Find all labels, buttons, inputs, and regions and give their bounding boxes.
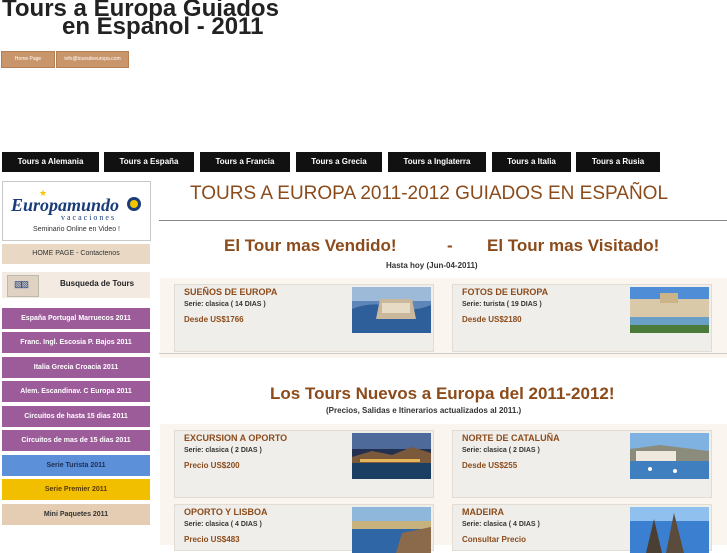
home-contact-link[interactable]: HOME PAGE - Contactenos <box>2 244 150 264</box>
nav-alemania[interactable]: Tours a Alemania <box>2 152 99 172</box>
as-of-date: Hasta hoy (Jun-04-2011) <box>386 261 478 270</box>
heading-separator: - <box>447 236 453 255</box>
home-page-button[interactable]: Home Page <box>1 51 55 68</box>
new-tours-note: (Precios, Salidas e Itinerarios actualiz… <box>326 406 522 415</box>
tour-price: Consultar Precio <box>462 535 527 544</box>
tour-card[interactable]: SUEÑOS DE EUROPA Serie: clasica ( 14 DIA… <box>174 284 434 352</box>
tour-title[interactable]: SUEÑOS DE EUROPA <box>184 287 277 297</box>
tour-serie: Serie: clasica ( 2 DIAS ) <box>184 447 262 454</box>
tour-search-label: Busqueda de Tours <box>60 279 135 288</box>
tour-card[interactable]: EXCURSION A OPORTO Serie: clasica ( 2 DI… <box>174 430 434 498</box>
tour-serie: Serie: clasica ( 4 DIAS ) <box>184 521 262 528</box>
tour-title[interactable]: FOTOS DE EUROPA <box>462 287 548 297</box>
tour-title[interactable]: OPORTO Y LISBOA <box>184 507 268 517</box>
tour-image[interactable] <box>352 433 431 479</box>
tour-title[interactable]: NORTE DE CATALUÑA <box>462 433 560 443</box>
tour-serie: Serie: clasica ( 14 DIAS ) <box>184 301 266 308</box>
best-seller-heading: El Tour mas Vendido! <box>224 236 397 255</box>
tour-price: Desde US$2180 <box>462 315 522 324</box>
page-title: TOURS A EUROPA 2011-2012 GUIADOS EN ESPA… <box>190 183 669 204</box>
tour-image[interactable] <box>352 287 431 333</box>
new-tours-heading: Los Tours Nuevos a Europa del 2011-2012! <box>270 384 615 403</box>
sidebar-item-serie-premier[interactable]: Serie Premier 2011 <box>2 479 150 500</box>
tour-card[interactable]: FOTOS DE EUROPA Serie: turista ( 19 DIAS… <box>452 284 712 352</box>
tour-serie: Serie: clasica ( 2 DIAS ) <box>462 447 540 454</box>
sidebar-item-mini-paquetes[interactable]: Mini Paquetes 2011 <box>2 504 150 525</box>
sidebar-item-francia-inglaterra[interactable]: Franc. Ingl. Escosia P. Bajos 2011 <box>2 332 150 353</box>
divider <box>159 353 727 354</box>
europamundo-logo[interactable]: ★ Europamundo vacaciones Seminario Onlin… <box>2 181 151 241</box>
nav-italia[interactable]: Tours a Italia <box>492 152 571 172</box>
sidebar-item-mas-15-dias[interactable]: Circuitos de mas de 15 dias 2011 <box>2 430 150 451</box>
nav-espana[interactable]: Tours a España <box>104 152 194 172</box>
tour-image[interactable] <box>630 287 709 333</box>
tour-title[interactable]: EXCURSION A OPORTO <box>184 433 287 443</box>
tour-image[interactable] <box>630 507 709 553</box>
tour-search[interactable]: Busqueda de Tours <box>2 272 150 298</box>
site-title: Tours a Europa Guiados en Espanol - 2011 <box>2 0 332 39</box>
sidebar-item-italia-grecia[interactable]: Italia Grecia Croacia 2011 <box>2 357 150 378</box>
tour-serie: Serie: clasica ( 4 DIAS ) <box>462 521 540 528</box>
sidebar-item-alemania-escandinavia[interactable]: Alem. Escandinav. C Europa 2011 <box>2 381 150 402</box>
email-button[interactable]: info@toursdeeuropa.com <box>56 51 129 68</box>
tour-price: Desde US$1766 <box>184 315 244 324</box>
binoculars-icon <box>7 275 39 297</box>
new-tours-panel: EXCURSION A OPORTO Serie: clasica ( 2 DI… <box>160 424 727 553</box>
divider <box>159 220 727 221</box>
nav-rusia[interactable]: Tours a Rusia <box>576 152 660 172</box>
tour-card[interactable]: OPORTO Y LISBOA Serie: clasica ( 4 DIAS … <box>174 504 434 553</box>
tour-card[interactable]: MADEIRA Serie: clasica ( 4 DIAS ) Consul… <box>452 504 712 553</box>
tour-price: Precio US$483 <box>184 535 240 544</box>
tour-card[interactable]: NORTE DE CATALUÑA Serie: clasica ( 2 DIA… <box>452 430 712 498</box>
most-visited-heading: El Tour mas Visitado! <box>487 236 660 255</box>
video-seminar-link[interactable]: Seminario Online en Video ! <box>3 226 150 233</box>
country-nav: Tours a Alemania Tours a España Tours a … <box>0 152 727 172</box>
tour-serie: Serie: turista ( 19 DIAS ) <box>462 301 542 308</box>
tour-price: Precio US$200 <box>184 461 240 470</box>
tour-image[interactable] <box>352 507 431 553</box>
sidebar-item-hasta-15-dias[interactable]: Circuitos de hasta 15 dias 2011 <box>2 406 150 427</box>
sidebar-item-serie-turista[interactable]: Serie Turista 2011 <box>2 455 150 476</box>
logo-subtext: vacaciones <box>61 213 117 222</box>
nav-francia[interactable]: Tours a Francia <box>200 152 290 172</box>
tour-image[interactable] <box>630 433 709 479</box>
tour-title[interactable]: MADEIRA <box>462 507 504 517</box>
globe-icon <box>127 197 141 211</box>
featured-panel: SUEÑOS DE EUROPA Serie: clasica ( 14 DIA… <box>160 278 727 358</box>
nav-inglaterra[interactable]: Tours a Inglaterra <box>388 152 486 172</box>
nav-grecia[interactable]: Tours a Grecia <box>296 152 382 172</box>
tour-price: Desde US$255 <box>462 461 518 470</box>
sidebar-item-espana-portugal[interactable]: España Portugal Marruecos 2011 <box>2 308 150 329</box>
